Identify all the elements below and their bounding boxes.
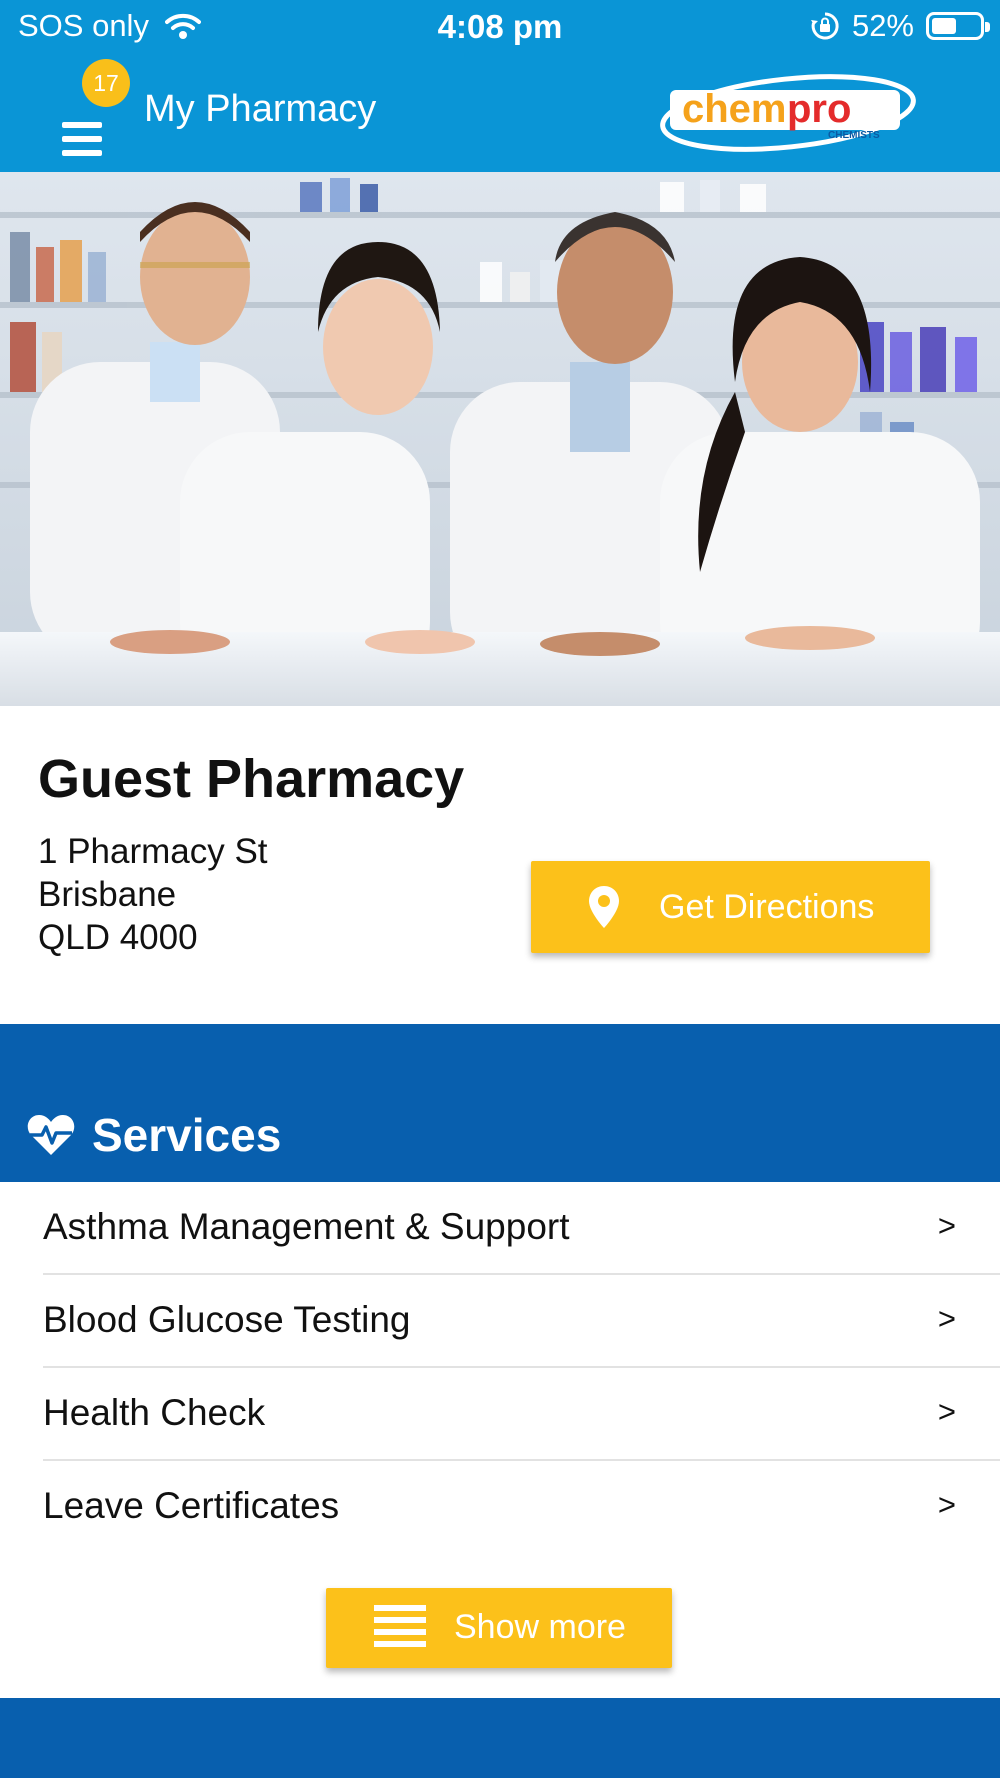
service-item-blood-glucose[interactable]: Blood Glucose Testing > (43, 1275, 1000, 1368)
hamburger-menu-icon[interactable] (62, 122, 102, 156)
list-icon (374, 1605, 426, 1649)
pharmacy-info-card: Guest Pharmacy 1 Pharmacy St Brisbane QL… (0, 706, 1000, 1024)
status-right: 52% (810, 8, 990, 44)
logo-wordmark-pro: pro (787, 87, 851, 131)
chevron-right-icon: > (937, 1301, 956, 1336)
top-bar: SOS only 4:08 pm 52% 17 My Pharmacy chem… (0, 0, 1000, 172)
service-label: Health Check (43, 1392, 266, 1433)
services-title: Services (92, 1109, 282, 1161)
pharmacy-address: 1 Pharmacy St Brisbane QLD 4000 (38, 830, 268, 959)
services-header-band: Services (0, 1024, 1000, 1182)
chevron-right-icon: > (937, 1487, 956, 1522)
get-directions-label: Get Directions (659, 888, 875, 926)
pharmacy-name: Guest Pharmacy (38, 749, 465, 809)
logo-subtext: CHEMISTS (828, 130, 880, 141)
battery-tip (985, 22, 990, 32)
services-header: Services (26, 1108, 281, 1162)
chevron-right-icon: > (937, 1394, 956, 1429)
address-line-3: QLD 4000 (38, 918, 198, 957)
service-item-health-check[interactable]: Health Check > (43, 1368, 1000, 1461)
rotation-lock-icon (810, 12, 839, 40)
heart-pulse-icon (27, 1115, 75, 1155)
logo-wordmark-chem: chem (682, 87, 787, 131)
notification-badge[interactable]: 17 (82, 59, 130, 107)
service-label: Leave Certificates (43, 1485, 340, 1526)
service-label: Blood Glucose Testing (43, 1299, 411, 1340)
app-bar: 17 My Pharmacy chem pro CHEMISTS (0, 56, 1000, 172)
chempro-logo: chem pro CHEMISTS (660, 74, 916, 152)
address-line-2: Brisbane (38, 875, 177, 914)
service-label: Asthma Management & Support (43, 1206, 570, 1247)
battery-percent: 52% (851, 8, 914, 43)
show-more-button[interactable]: Show more (326, 1588, 672, 1668)
services-list: Asthma Management & Support > Blood Gluc… (0, 1182, 1000, 1698)
chevron-right-icon: > (937, 1208, 956, 1243)
service-item-leave-certificates[interactable]: Leave Certificates > (43, 1461, 1000, 1554)
address-line-1: 1 Pharmacy St (38, 832, 268, 871)
show-more-label: Show more (454, 1608, 626, 1646)
get-directions-button[interactable]: Get Directions (531, 861, 930, 953)
status-bar: SOS only 4:08 pm 52% (0, 0, 1000, 56)
pharmacy-staff-photo (0, 172, 1000, 706)
battery-level-fill (932, 18, 956, 34)
hero-image (0, 172, 1000, 706)
map-pin-icon (589, 886, 619, 928)
bottom-section-band (0, 1698, 1000, 1778)
page-title: My Pharmacy (144, 88, 377, 130)
service-item-asthma[interactable]: Asthma Management & Support > (43, 1182, 1000, 1275)
battery-icon (926, 12, 990, 40)
